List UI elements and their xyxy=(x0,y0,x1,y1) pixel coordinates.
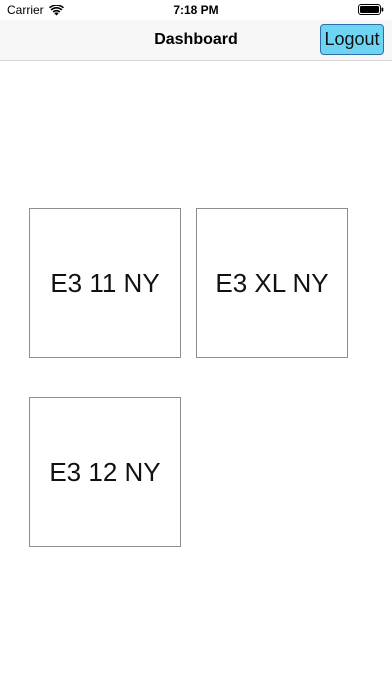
status-time: 7:18 PM xyxy=(173,3,219,17)
tile-label: E3 12 NY xyxy=(49,456,161,487)
navigation-bar: Dashboard Logout xyxy=(0,20,392,61)
battery-icon xyxy=(358,4,384,15)
logout-button[interactable]: Logout xyxy=(320,24,384,55)
tile-e3-xl-ny[interactable]: E3 XL NY xyxy=(196,208,348,358)
dashboard-screen: Carrier 7:18 PM Dashboard Logout E3 11 N… xyxy=(0,0,392,696)
tile-label: E3 11 NY xyxy=(50,267,160,298)
tile-e3-11-ny[interactable]: E3 11 NY xyxy=(29,208,181,358)
tile-e3-12-ny[interactable]: E3 12 NY xyxy=(29,397,181,547)
status-bar: Carrier 7:18 PM xyxy=(0,0,392,20)
tile-label: E3 XL NY xyxy=(215,267,329,298)
